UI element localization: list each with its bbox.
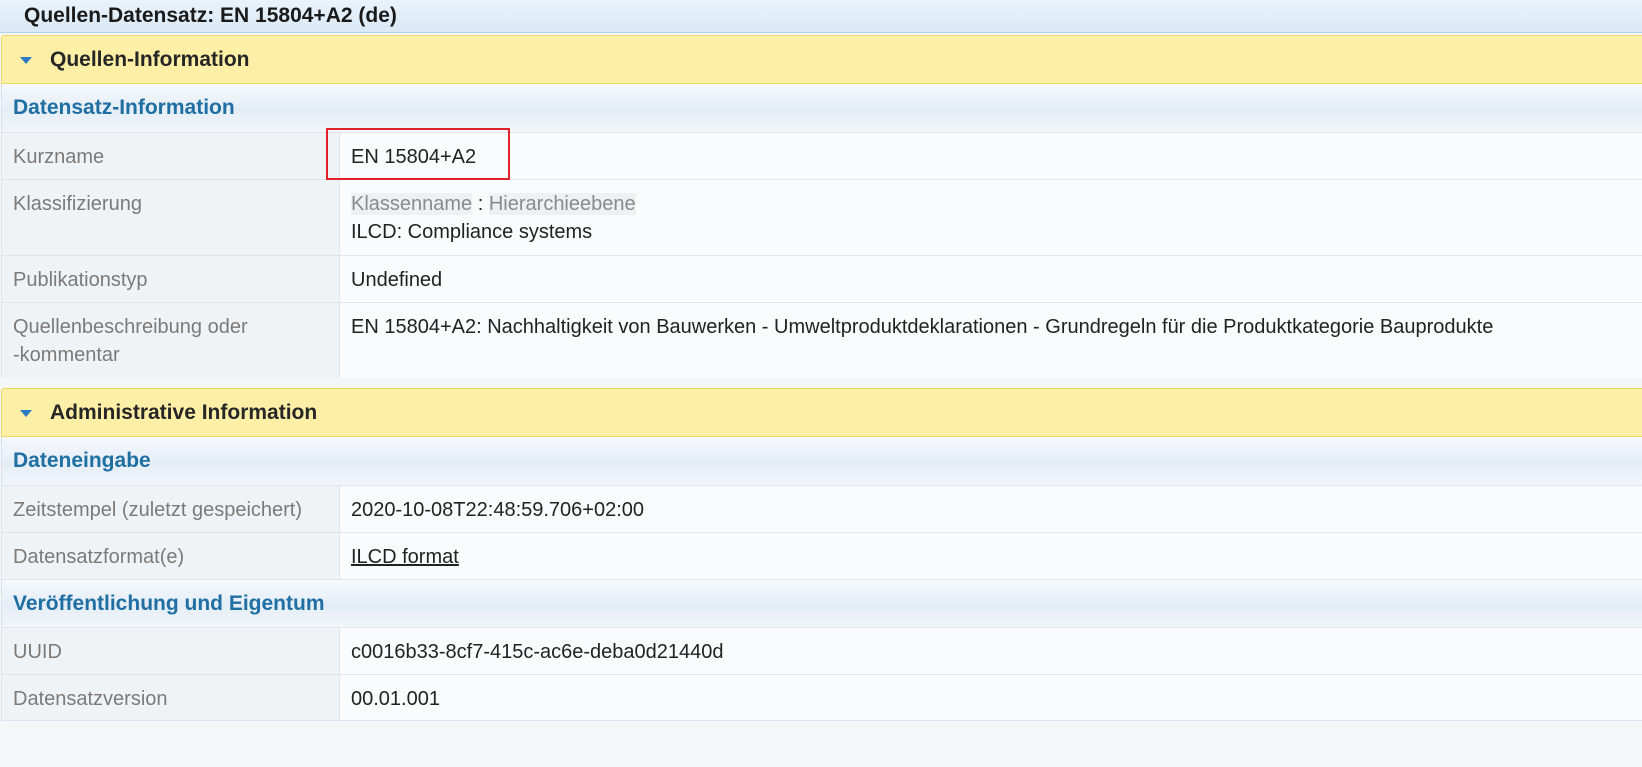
source-information-panel: Quellen-Information Datensatz-Informatio… [1, 35, 1642, 378]
klassifizierung-value: Klassenname : Hierarchieebene ILCD: Comp… [340, 180, 1642, 255]
row-klassifizierung: Klassifizierung Klassenname : Hierarchie… [1, 179, 1642, 255]
source-information-title: Quellen-Information [50, 48, 250, 71]
dataset-information-section: Datensatz-Information [1, 84, 1642, 132]
quellenbeschreibung-label-line1: Quellenbeschreibung oder [13, 316, 248, 338]
uuid-value: c0016b33-8cf7-415c-ac6e-deba0d21440d [351, 641, 724, 663]
publication-ownership-title: Veröffentlichung und Eigentum [13, 592, 325, 615]
caret-down-icon[interactable] [20, 410, 32, 417]
dataset-page: Quellen-Datensatz: EN 15804+A2 (de) Quel… [0, 0, 1642, 767]
quellenbeschreibung-label-line2: -kommentar [13, 344, 120, 366]
row-quellenbeschreibung: Quellenbeschreibung oder -kommentar EN 1… [1, 302, 1642, 378]
page-title: Quellen-Datensatz: EN 15804+A2 (de) [24, 4, 397, 27]
administrative-information-title: Administrative Information [50, 401, 318, 424]
quellenbeschreibung-value: EN 15804+A2: Nachhaltigkeit von Bauwerke… [351, 316, 1494, 338]
title-bar: Quellen-Datensatz: EN 15804+A2 (de) [0, 0, 1642, 33]
kurzname-value: EN 15804+A2 [351, 146, 477, 168]
row-datensatzformat: Datensatzformat(e) ILCD format [1, 532, 1642, 579]
classification-path: ILCD: Compliance systems [351, 221, 593, 243]
row-uuid: UUID c0016b33-8cf7-415c-ac6e-deba0d21440… [1, 627, 1642, 674]
datensatzversion-value: 00.01.001 [351, 688, 440, 710]
publication-ownership-section: Veröffentlichung und Eigentum [1, 579, 1642, 627]
klassifizierung-label: Klassifizierung [1, 180, 340, 255]
zeitstempel-label: Zeitstempel (zuletzt gespeichert) [1, 486, 340, 532]
classification-separator: : [472, 193, 489, 215]
datensatzversion-label: Datensatzversion [1, 675, 340, 720]
dataset-information-title: Datensatz-Information [13, 96, 235, 119]
row-kurzname: Kurzname EN 15804+A2 [1, 132, 1642, 179]
row-publikationstyp: Publikationstyp Undefined [1, 255, 1642, 302]
datensatzformat-label: Datensatzformat(e) [1, 533, 340, 579]
classification-keys: Klassenname : Hierarchieebene [351, 190, 1642, 218]
caret-down-icon[interactable] [20, 57, 32, 64]
administrative-information-header[interactable]: Administrative Information [1, 388, 1642, 437]
publikationstyp-value: Undefined [351, 269, 443, 291]
kurzname-label: Kurzname [1, 133, 340, 179]
classification-hierarchy-key: Hierarchieebene [488, 193, 636, 215]
source-information-header[interactable]: Quellen-Information [1, 35, 1642, 84]
datensatzformat-value: ILCD format [340, 533, 1642, 579]
publikationstyp-label: Publikationstyp [1, 256, 340, 302]
row-zeitstempel: Zeitstempel (zuletzt gespeichert) 2020-1… [1, 485, 1642, 532]
zeitstempel-value: 2020-10-08T22:48:59.706+02:00 [351, 499, 645, 521]
data-entry-section: Dateneingabe [1, 437, 1642, 485]
classification-class-name-key: Klassenname [351, 193, 473, 215]
quellenbeschreibung-label: Quellenbeschreibung oder -kommentar [1, 303, 340, 378]
uuid-label: UUID [1, 628, 340, 674]
administrative-information-panel: Administrative Information Dateneingabe … [1, 388, 1642, 721]
ilcd-format-link[interactable]: ILCD format [351, 546, 459, 568]
row-datensatzversion: Datensatzversion 00.01.001 [1, 674, 1642, 721]
data-entry-title: Dateneingabe [13, 449, 151, 472]
